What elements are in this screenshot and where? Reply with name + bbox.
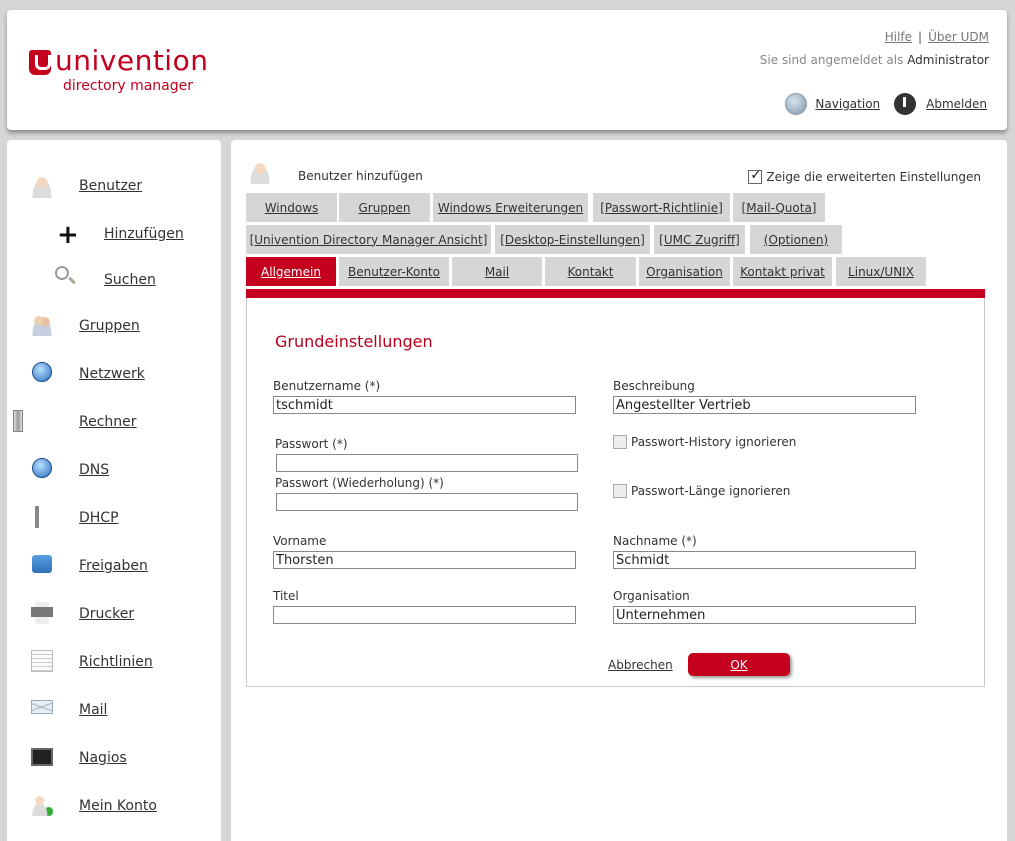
tab-passwort-richtlinie[interactable]: [Passwort-Richtlinie]	[593, 193, 730, 222]
user-add-icon	[249, 162, 271, 184]
about-udm-link[interactable]: Über UDM	[928, 30, 989, 44]
firstname-label: Vorname	[273, 534, 327, 548]
link-separator: |	[918, 30, 923, 44]
computer-tower-icon	[13, 410, 23, 432]
search-icon	[55, 266, 69, 280]
sidebar-item-label[interactable]: Mail	[79, 702, 107, 718]
sidebar-item-label[interactable]: Rechner	[79, 414, 137, 430]
password-length-checkbox[interactable]	[613, 484, 627, 498]
sidebar-item-label[interactable]: DHCP	[79, 510, 119, 526]
logout-power-icon[interactable]	[894, 93, 917, 115]
tab-benutzer-konto[interactable]: Benutzer-Konto	[339, 257, 449, 286]
main-content: Benutzer hinzufügen Zeige die erweiterte…	[231, 140, 1007, 841]
logo-subtitle: directory manager	[63, 78, 194, 94]
tab-optionen[interactable]: (Optionen)	[750, 225, 842, 254]
navigation-icon[interactable]	[785, 93, 808, 115]
lastname-label: Nachname (*)	[613, 534, 697, 548]
navigation-link[interactable]: Navigation	[815, 97, 880, 111]
cancel-button[interactable]: Abbrechen	[608, 658, 673, 672]
sidebar-item-label[interactable]: Netzwerk	[79, 366, 145, 382]
password-repeat-input[interactable]	[276, 493, 578, 511]
password-length-label: Passwort-Länge ignorieren	[631, 484, 791, 498]
tab-kontakt[interactable]: Kontakt	[545, 257, 636, 286]
help-link[interactable]: Hilfe	[885, 30, 912, 44]
header: univention directory manager Hilfe | Über …	[7, 10, 1007, 130]
sidebar-item-label[interactable]: DNS	[79, 462, 109, 478]
page-title: Benutzer hinzufügen	[298, 169, 423, 183]
tab-windows-erweiterungen[interactable]: Windows Erweiterungen	[433, 193, 588, 222]
tab-allgemein[interactable]: Allgemein	[246, 257, 336, 286]
printer-icon	[31, 602, 53, 624]
organisation-input[interactable]	[613, 606, 916, 624]
login-status: Sie sind angemeldet als Administrator	[760, 53, 989, 67]
password-history-option[interactable]: Passwort-History ignorieren	[613, 435, 796, 449]
sidebar-item-label[interactable]: Mein Konto	[79, 798, 157, 814]
tab-underline-bar	[246, 289, 985, 298]
tab-mail-quota[interactable]: [Mail-Quota]	[733, 193, 825, 222]
lastname-input[interactable]	[613, 551, 916, 569]
network-globe-icon	[32, 362, 52, 382]
logout-link[interactable]: Abmelden	[926, 97, 987, 111]
username-label: Benutzername (*)	[273, 379, 381, 393]
logo-text: univention	[55, 44, 209, 77]
user-icon	[31, 176, 53, 198]
sidebar-item-label[interactable]: Nagios	[79, 750, 127, 766]
sidebar-item-label[interactable]: Hinzufügen	[104, 226, 184, 242]
sidebar-item-label[interactable]: Suchen	[104, 272, 156, 288]
sidebar-item-label[interactable]: Benutzer	[79, 178, 142, 194]
top-links: Hilfe | Über UDM	[885, 30, 989, 44]
tab-umc-zugriff[interactable]: [UMC Zugriff]	[654, 225, 745, 254]
section-title: Grundeinstellungen	[275, 332, 433, 351]
title-input[interactable]	[273, 606, 576, 624]
tab-kontakt-privat[interactable]: Kontakt privat	[733, 257, 832, 286]
group-icon	[31, 314, 53, 336]
tab-udm-ansicht[interactable]: [Univention Directory Manager Ansicht]	[246, 225, 491, 254]
description-label: Beschreibung	[613, 379, 695, 393]
password-length-option[interactable]: Passwort-Länge ignorieren	[613, 484, 790, 498]
tab-gruppen[interactable]: Gruppen	[339, 193, 430, 222]
tab-organisation[interactable]: Organisation	[639, 257, 730, 286]
sidebar: Benutzer + Hinzufügen Suchen Gruppen Net…	[7, 140, 221, 841]
header-actions: Navigation Abmelden	[785, 93, 987, 115]
tab-linux-unix[interactable]: Linux/UNIX	[836, 257, 926, 286]
ok-button[interactable]: OK	[688, 653, 790, 676]
password-history-label: Passwort-History ignorieren	[631, 435, 797, 449]
sidebar-item-label[interactable]: Gruppen	[79, 318, 140, 334]
username-input[interactable]	[273, 396, 576, 414]
password-repeat-label: Passwort (Wiederholung) (*)	[275, 476, 444, 490]
title-label: Titel	[273, 589, 299, 603]
advanced-settings-toggle[interactable]: Zeige die erweiterten Einstellungen	[748, 168, 981, 184]
dhcp-icon	[31, 506, 53, 528]
password-label: Passwort (*)	[275, 437, 348, 451]
dns-globe-icon	[32, 458, 52, 478]
account-icon	[31, 794, 53, 816]
policy-icon	[31, 650, 53, 672]
tab-windows[interactable]: Windows	[246, 193, 337, 222]
nagios-icon	[31, 748, 53, 766]
advanced-settings-checkbox[interactable]	[748, 168, 763, 184]
tab-mail[interactable]: Mail	[452, 257, 542, 286]
description-input[interactable]	[613, 396, 916, 414]
sidebar-item-label[interactable]: Richtlinien	[79, 654, 153, 670]
firstname-input[interactable]	[273, 551, 576, 569]
share-icon	[32, 555, 52, 573]
sidebar-item-label[interactable]: Drucker	[79, 606, 134, 622]
organisation-label: Organisation	[613, 589, 690, 603]
login-user: Administrator	[907, 53, 989, 67]
mail-icon	[31, 700, 53, 714]
sidebar-item-label[interactable]: Freigaben	[79, 558, 148, 574]
login-prefix: Sie sind angemeldet als	[759, 53, 908, 67]
univention-logo-icon	[29, 50, 51, 75]
tab-desktop-einstellungen[interactable]: [Desktop-Einstellungen]	[495, 225, 650, 254]
plus-icon: +	[57, 220, 79, 250]
password-history-checkbox[interactable]	[613, 435, 627, 449]
password-input[interactable]	[276, 454, 578, 472]
advanced-settings-label: Zeige die erweiterten Einstellungen	[766, 170, 981, 184]
